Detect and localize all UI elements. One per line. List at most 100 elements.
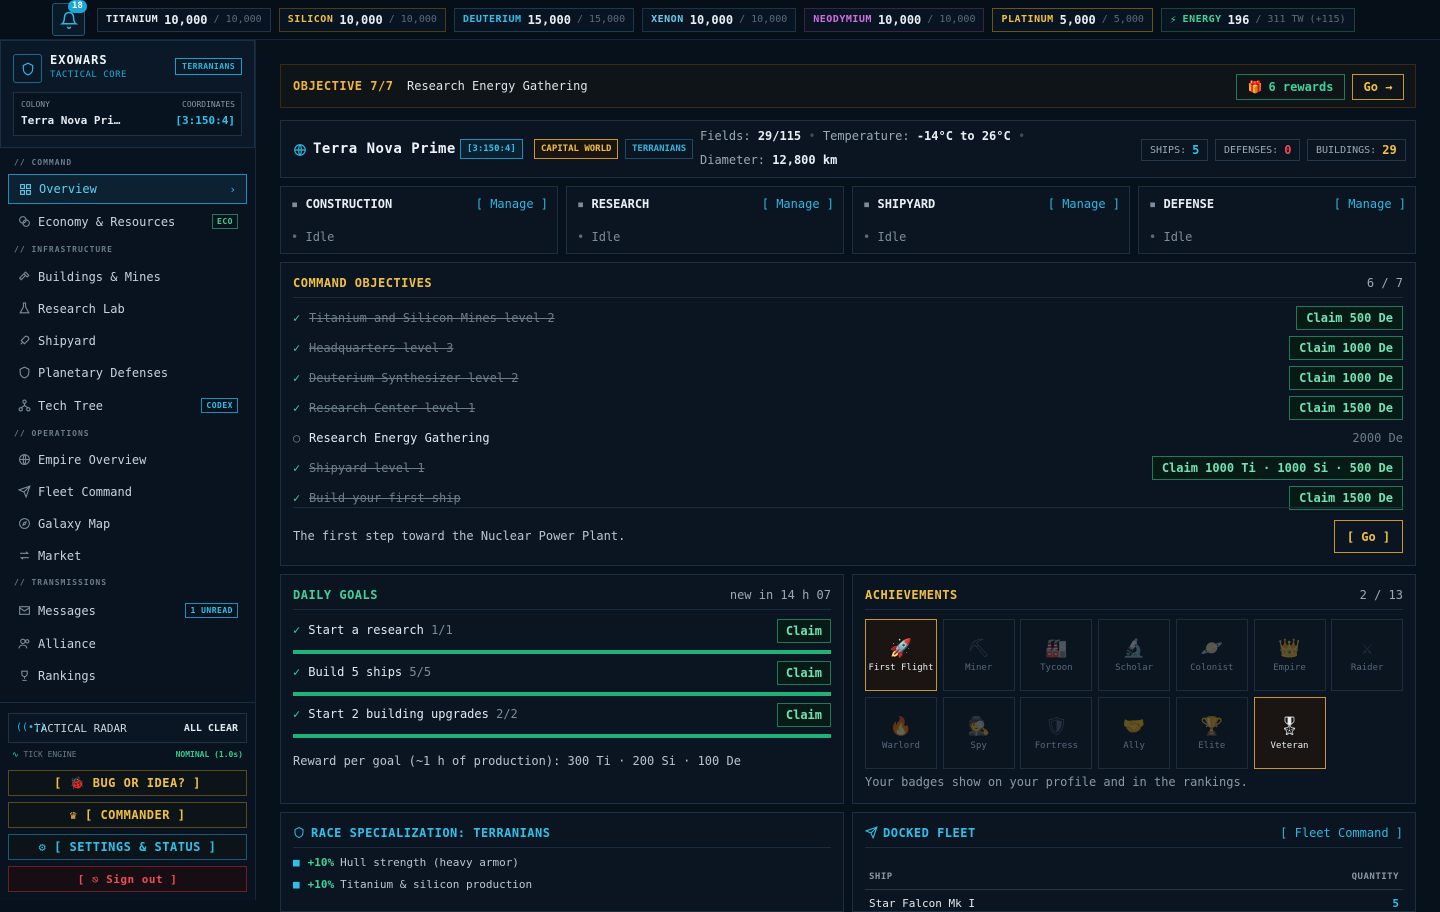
resource-max: / 10,000 [739, 14, 788, 25]
command-go-button[interactable]: [ Go ] [1334, 520, 1403, 553]
claim-reward-button[interactable]: Claim 1500 De [1289, 396, 1403, 420]
badge-icon: 🏭 [1045, 637, 1068, 659]
shipyard-manage-link[interactable]: [ Manage ] [1048, 197, 1120, 211]
badge-icon: 👑 [1278, 637, 1301, 659]
check-icon: ✓ [293, 623, 301, 637]
badge-label: Veteran [1270, 740, 1309, 751]
defense-manage-link[interactable]: [ Manage ] [1334, 197, 1406, 211]
resource-value: 15,000 [527, 12, 571, 27]
nav-item-label: Overview [39, 182, 97, 196]
race-bonus: ■ +10% Hull strength (heavy armor) [293, 856, 519, 869]
achievements-footer: Your badges show on your profile and in … [865, 775, 1248, 789]
nav-item-galaxy[interactable]: Galaxy Map [8, 509, 247, 539]
nav-item-defenses[interactable]: Planetary Defenses [8, 358, 247, 388]
objective-name: Research Energy Gathering [407, 79, 588, 93]
mail-icon [19, 606, 30, 615]
nav-item-fleet[interactable]: Fleet Command [8, 477, 247, 507]
nav-item-label: Buildings & Mines [38, 270, 161, 284]
tick-engine-status: ∿ TICK ENGINE NOMINAL (1.0s) [12, 750, 243, 759]
badge-label: Ally [1123, 740, 1145, 751]
nav-item-messages[interactable]: Messages 1 UNREAD [8, 596, 247, 626]
objective-go-button[interactable]: Go → [1352, 74, 1404, 100]
divider [293, 847, 831, 848]
objective-banner: OBJECTIVE 7/7 Research Energy Gathering … [280, 64, 1416, 108]
tactical-radar[interactable]: ((•)) TACTICAL RADAR ALL CLEAR [8, 713, 247, 743]
nav-item-overview[interactable]: Overview › [8, 174, 247, 204]
resource-max: / 10,000 [927, 14, 976, 25]
settings-status-button[interactable]: ⚙ [ SETTINGS & STATUS ] [8, 834, 247, 860]
nav-item-economy[interactable]: Economy & Resources ECO [8, 207, 247, 237]
badge-label: Scholar [1115, 662, 1154, 673]
nav-item-empire[interactable]: Empire Overview [8, 445, 247, 475]
badge-label: Colonist [1190, 662, 1234, 673]
badge-veteran[interactable]: 🎖 Veteran [1253, 697, 1326, 769]
pulse-icon: ∿ [12, 750, 19, 759]
goal-progress-fill [293, 650, 831, 654]
defense-queue: ▪ DEFENSE [ Manage ] • Idle [1138, 186, 1416, 254]
resource-name: PLATINUM [1001, 14, 1054, 25]
nav-item-label: Messages [38, 604, 96, 618]
divider [293, 609, 831, 610]
badge-first-flight[interactable]: 🚀 First Flight [865, 619, 937, 691]
badge-raider[interactable]: ⚔ Raider [1331, 619, 1404, 691]
construction-manage-link[interactable]: [ Manage ] [476, 197, 548, 211]
claim-goal-button[interactable]: Claim [776, 703, 831, 727]
badge-warlord[interactable]: 🔥 Warlord [865, 697, 937, 769]
coordinates-label: COORDINATES [182, 100, 235, 109]
claim-reward-button[interactable]: Claim 500 De [1296, 306, 1403, 330]
badge-icon: 🤝 [1122, 715, 1146, 737]
objectives-progress: 6 / 7 [1366, 276, 1403, 290]
check-icon: ✓ [293, 707, 301, 721]
colony-label: COLONY [21, 100, 50, 109]
rewards-button[interactable]: 🎁 6 rewards [1236, 74, 1345, 100]
queue-status: • Idle [291, 230, 335, 244]
nav-item-rankings[interactable]: Rankings [8, 661, 247, 691]
badge-ally[interactable]: 🤝 Ally [1098, 697, 1171, 769]
badge-colonist[interactable]: 🪐 Colonist [1175, 619, 1248, 691]
queue-title: ▪ CONSTRUCTION [291, 197, 393, 211]
nav-item-alliance[interactable]: Alliance [8, 629, 247, 659]
colony-selector[interactable]: COLONY Terra Nova Pri… COORDINATES [3:15… [13, 92, 242, 136]
radar-icon: ((•)) [16, 722, 47, 733]
bug-or-idea-button[interactable]: [ 🐞 BUG OR IDEA? ] [8, 770, 247, 796]
sign-out-button[interactable]: [ ⎋ Sign out ] [8, 866, 247, 892]
check-icon: ✓ [293, 665, 301, 679]
badge-icon: 🛡 [1044, 715, 1068, 737]
race-tag: TERRANIANS [175, 58, 243, 75]
commander-button[interactable]: ♛ [ COMMANDER ] [8, 802, 247, 828]
nav-item-techtree[interactable]: Tech Tree CODEX [8, 391, 247, 421]
badge-spy[interactable]: 🕵 Spy [942, 697, 1015, 769]
fleet-command-link[interactable]: [ Fleet Command ] [1280, 826, 1403, 840]
nav-item-shipyard[interactable]: Shipyard [8, 326, 247, 356]
claim-goal-button[interactable]: Claim [776, 661, 831, 685]
queue-status: • Idle [863, 230, 907, 244]
construction-queue: ▪ CONSTRUCTION [ Manage ] • Idle [280, 186, 558, 254]
badge-elite[interactable]: 🏆 Elite [1175, 697, 1248, 769]
badge-fortress[interactable]: 🛡 Fortress [1020, 697, 1093, 769]
capital-world-tag: CAPITAL WORLD [534, 139, 619, 159]
planet-fields: Fields: 29/115 • Temperature: -14°C to 2… [700, 129, 1026, 143]
nav-item-label: Market [38, 549, 82, 563]
claim-reward-button[interactable]: Claim 1000 Ti · 1000 Si · 500 De [1151, 456, 1403, 480]
nav-item-market[interactable]: Market [8, 541, 247, 571]
unread-tag: 1 UNREAD [185, 603, 238, 618]
race-specialization-panel: RACE SPECIALIZATION: TERRANIANS ■ +10% Hul… [280, 812, 844, 912]
flask-icon [19, 302, 30, 314]
objective-row: ✓ Deuterium Synthesizer level 2 Claim 1000… [293, 366, 1403, 390]
claim-reward-button[interactable]: Claim 1000 De [1289, 366, 1403, 390]
nav-section-transmissions: // TRANSMISSIONS [14, 578, 108, 587]
badge-tycoon[interactable]: 🏭 Tycoon [1020, 619, 1093, 691]
nav-item-buildings[interactable]: Buildings & Mines [8, 262, 247, 292]
daily-goal: ✓ Build 5 ships 5/5 Claim [293, 661, 831, 703]
objective-row: ✓ Headquarters level 3 Claim 1000 De [293, 336, 1403, 360]
badge-empire[interactable]: 👑 Empire [1253, 619, 1326, 691]
badge-miner[interactable]: ⛏ Miner [942, 619, 1015, 691]
badge-scholar[interactable]: 🔬 Scholar [1098, 619, 1171, 691]
globe-icon [19, 454, 30, 465]
claim-reward-button[interactable]: Claim 1000 De [1289, 336, 1403, 360]
nav-item-research[interactable]: Research Lab [8, 294, 247, 324]
claim-goal-button[interactable]: Claim [776, 619, 831, 643]
goal-text: ✓ Start 2 building upgrades 2/2 [293, 707, 518, 721]
research-manage-link[interactable]: [ Manage ] [762, 197, 834, 211]
resource-name: SILICON [287, 14, 334, 25]
